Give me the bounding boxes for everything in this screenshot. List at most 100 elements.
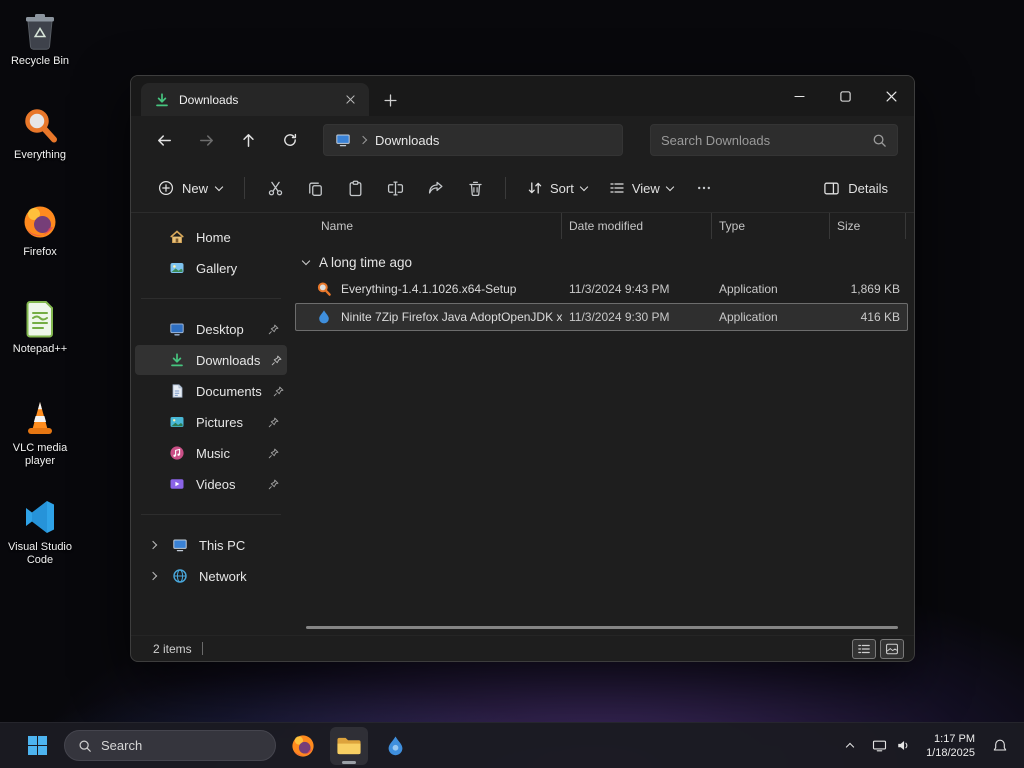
pictures-icon	[170, 417, 184, 427]
chevron-down-icon[interactable]	[301, 256, 311, 266]
desktop-icon-vscode[interactable]: Visual Studio Code	[2, 496, 78, 567]
ninite-icon	[388, 736, 402, 755]
taskbar-firefox-button[interactable]	[284, 727, 322, 765]
notepadpp-icon	[19, 298, 61, 340]
forward-button[interactable]	[189, 124, 223, 156]
sidebar-item-gallery[interactable]: Gallery	[135, 253, 287, 283]
breadcrumb-location[interactable]: Downloads	[375, 133, 439, 148]
close-button[interactable]	[868, 76, 914, 116]
view-button-label: View	[631, 180, 660, 196]
desktop-icon-notepadpp[interactable]: Notepad++	[2, 298, 78, 356]
file-type: Application	[719, 310, 778, 324]
sidebar-item-pictures[interactable]: Pictures	[135, 407, 287, 437]
desktop-icon-everything[interactable]: Everything	[2, 104, 78, 162]
breadcrumb[interactable]: Downloads	[323, 124, 623, 156]
close-icon	[345, 95, 355, 104]
sidebar-item-label: Downloads	[196, 352, 261, 368]
back-button[interactable]	[147, 124, 181, 156]
sidebar-item-label: Gallery	[196, 260, 238, 276]
tray-status-icons[interactable]	[870, 734, 913, 757]
sidebar-item-music[interactable]: Music	[135, 438, 287, 468]
notification-center-button[interactable]	[988, 734, 1012, 758]
start-button[interactable]	[18, 727, 56, 765]
volume-icon	[898, 741, 908, 750]
tab-downloads[interactable]: Downloads	[141, 83, 369, 116]
file-row[interactable]: Everything-1.4.1.1026.x64-Setup 11/3/202…	[295, 275, 908, 303]
sidebar-item-videos[interactable]: Videos	[135, 469, 287, 499]
this-pc-icon	[173, 539, 187, 552]
sidebar-item-network[interactable]: Network	[135, 561, 287, 591]
hidden-icons-button[interactable]	[843, 738, 857, 754]
new-button[interactable]: New	[147, 173, 233, 203]
cut-button[interactable]	[256, 171, 294, 205]
plus-icon	[383, 93, 397, 107]
maximize-button[interactable]	[822, 76, 868, 116]
sidebar-item-downloads[interactable]: Downloads	[135, 345, 287, 375]
desktop-icon-label: Everything	[14, 149, 66, 161]
details-view-button[interactable]	[852, 638, 876, 659]
taskbar: Search 1:17 PM 1/18/2025	[0, 722, 1024, 768]
group-header[interactable]: A long time ago	[291, 249, 914, 275]
taskbar-ninite-button[interactable]	[376, 727, 414, 765]
taskbar-file-explorer-button[interactable]	[330, 726, 368, 765]
pin-icon	[271, 355, 282, 366]
search-input[interactable]	[661, 132, 866, 148]
firefox-icon	[19, 201, 61, 243]
file-name: Everything-1.4.1.1026.x64-Setup	[341, 282, 517, 296]
sidebar-item-this-pc[interactable]: This PC	[135, 530, 287, 560]
sidebar-item-home[interactable]: Home	[135, 222, 287, 252]
desktop-icon-label: Recycle Bin	[10, 55, 70, 67]
file-row-selected[interactable]: Ninite 7Zip Firefox Java AdoptOpenJDK x.…	[295, 303, 908, 331]
plus-circle-icon	[158, 180, 174, 196]
items-count: 2 items	[153, 641, 192, 656]
column-header-size[interactable]: Size	[829, 213, 906, 239]
view-button[interactable]: View	[599, 173, 683, 203]
details-button[interactable]: Details	[813, 173, 898, 204]
sidebar-item-label: Network	[199, 568, 247, 584]
horizontal-scrollbar[interactable]	[306, 626, 898, 629]
paste-button[interactable]	[336, 171, 374, 205]
taskbar-search[interactable]: Search	[64, 730, 276, 761]
gallery-icon	[170, 263, 184, 273]
share-icon	[428, 181, 443, 194]
tab-close-button[interactable]	[339, 89, 361, 111]
taskbar-clock[interactable]: 1:17 PM 1/18/2025	[926, 732, 975, 760]
cut-icon	[268, 181, 282, 195]
desktop-icon-label: Visual Studio Code	[7, 541, 72, 566]
desktop-monitor-icon	[170, 323, 184, 336]
rename-button[interactable]	[376, 171, 414, 205]
file-explorer-icon	[337, 737, 361, 754]
copy-button[interactable]	[296, 171, 334, 205]
column-header-type[interactable]: Type	[711, 213, 829, 239]
tab-strip[interactable]: Downloads	[131, 76, 914, 116]
up-icon	[242, 133, 254, 147]
desktop-icon-recycle-bin[interactable]: Recycle Bin	[2, 10, 78, 68]
desktop-icon-vlc[interactable]: VLC media player	[2, 397, 78, 468]
delete-button[interactable]	[456, 171, 494, 205]
sidebar-item-desktop[interactable]: Desktop	[135, 314, 287, 344]
status-bar: 2 items	[131, 635, 914, 661]
chevron-right-icon[interactable]	[145, 571, 161, 581]
large-thumbnails-view-button[interactable]	[880, 638, 904, 659]
new-tab-button[interactable]	[379, 89, 401, 111]
search-icon[interactable]	[872, 133, 887, 148]
more-options-button[interactable]	[685, 171, 723, 205]
share-button[interactable]	[416, 171, 454, 205]
windows-logo-icon	[27, 736, 47, 755]
chevron-right-icon[interactable]	[145, 540, 161, 550]
up-button[interactable]	[231, 124, 265, 156]
desktop-icon-firefox[interactable]: Firefox	[2, 201, 78, 259]
column-header-date-modified[interactable]: Date modified	[561, 213, 711, 239]
home-icon	[170, 230, 184, 243]
file-size: 416 KB	[860, 310, 900, 324]
chevron-down-icon	[214, 182, 224, 192]
refresh-button[interactable]	[273, 124, 307, 156]
chevron-down-icon	[665, 182, 675, 192]
sidebar-item-documents[interactable]: Documents	[135, 376, 287, 406]
column-header-name[interactable]: Name	[295, 213, 561, 239]
back-icon	[157, 134, 171, 146]
sort-button[interactable]: Sort	[517, 173, 597, 203]
network-icon	[173, 569, 187, 583]
bell-icon	[993, 739, 1007, 751]
minimize-button[interactable]	[776, 76, 822, 116]
